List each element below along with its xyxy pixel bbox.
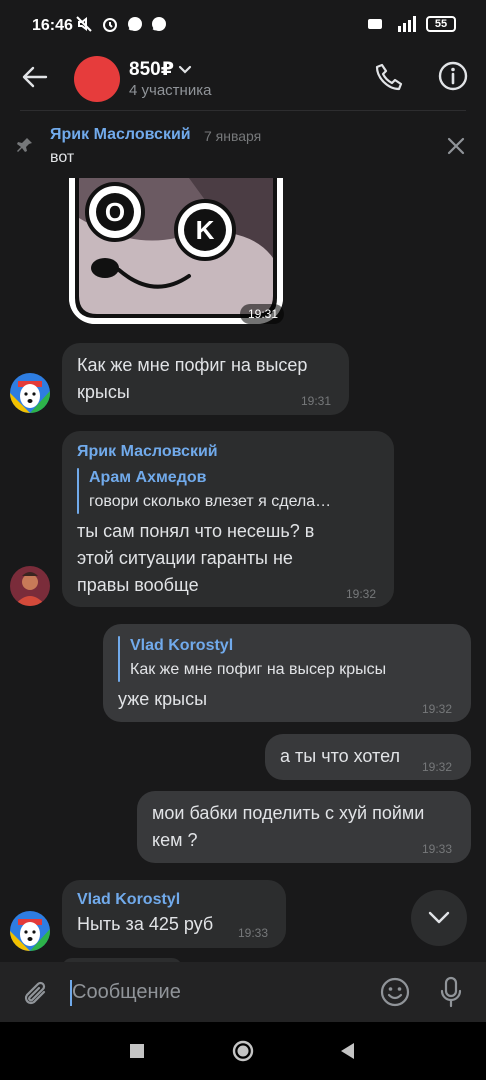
status-time: 16:46 xyxy=(32,17,73,34)
back-icon[interactable] xyxy=(339,1042,355,1060)
chat-title-text: 850₽ xyxy=(129,59,174,80)
info-icon[interactable] xyxy=(437,60,469,92)
avatar[interactable] xyxy=(10,911,50,951)
system-navigation-bar xyxy=(0,1022,486,1080)
message-bubble-incoming[interactable]: Как же мне пофиг на высер крысы 19:31 xyxy=(62,343,349,415)
message-text-line: а ты что хотел xyxy=(280,746,400,766)
phone-call-icon[interactable] xyxy=(374,62,404,92)
message-input[interactable]: Сообщение xyxy=(72,981,181,1004)
pinned-author: Ярик Масловский xyxy=(50,126,191,143)
message-time: 19:32 xyxy=(422,702,453,716)
pin-icon xyxy=(17,138,32,152)
pinned-text: вот xyxy=(50,149,75,166)
message-text-line: ты сам понял что несешь? в xyxy=(77,521,315,541)
message-text-line: уже крысы xyxy=(118,689,208,709)
chevron-down-icon xyxy=(178,65,192,74)
message-time: 19:33 xyxy=(238,926,269,940)
message-sender: Vlad Korostyl xyxy=(77,891,181,908)
raccoon-sticker-image: O K xyxy=(69,178,283,324)
reply-bar xyxy=(118,636,120,682)
message-composer: Сообщение xyxy=(0,962,486,1022)
reply-author: Арам Ахмедов xyxy=(89,469,207,486)
reply-bar xyxy=(77,468,79,514)
message-text-line: мои бабки поделить с хуй пойми xyxy=(152,803,425,823)
mute-icon xyxy=(76,16,92,32)
message-sender: Ярик Масловский xyxy=(77,443,218,460)
sticker-letter-o: O xyxy=(105,197,125,227)
user-photo-avatar xyxy=(10,566,50,606)
pinned-message[interactable]: Ярик Масловский 7 января вот xyxy=(0,112,486,178)
reply-text: говори сколько влезет я сдела… xyxy=(89,493,332,510)
microphone-icon[interactable] xyxy=(438,976,464,1008)
sticker-message[interactable]: O K xyxy=(69,178,283,324)
dog-avatar-icon xyxy=(10,911,50,951)
recents-icon[interactable] xyxy=(129,1043,145,1059)
chat-header: 850₽ 4 участника xyxy=(0,52,486,110)
message-bubble-incoming[interactable]: Ярик Масловский Арам Ахмедов говори скол… xyxy=(62,431,394,607)
chevron-down-icon xyxy=(428,911,450,924)
message-time: 19:32 xyxy=(422,760,453,774)
reply-author: Vlad Korostyl xyxy=(130,637,234,654)
close-icon[interactable] xyxy=(446,136,466,156)
sticker-letter-k: K xyxy=(196,215,215,245)
chat-avatar[interactable] xyxy=(74,56,120,102)
message-bubble-outgoing[interactable]: мои бабки поделить с хуй пойми кем ? 19:… xyxy=(137,791,471,863)
message-time: 19:32 xyxy=(346,587,377,601)
message-text-line: кем ? xyxy=(152,830,198,850)
message-text-line: этой ситуации гаранты не xyxy=(77,548,293,568)
message-text-line: крысы xyxy=(77,382,130,402)
network-icon xyxy=(368,19,382,29)
emoji-icon[interactable] xyxy=(379,976,411,1008)
message-bubble-outgoing[interactable]: Vlad Korostyl Как же мне пофиг на высер … xyxy=(103,624,471,722)
back-arrow-icon[interactable] xyxy=(22,66,48,88)
chat-notification-icon xyxy=(128,17,142,31)
avatar[interactable] xyxy=(10,373,50,413)
chat-title[interactable]: 850₽ xyxy=(129,58,192,81)
avatar[interactable] xyxy=(10,566,50,606)
attach-icon[interactable] xyxy=(22,978,50,1010)
dog-avatar-icon xyxy=(10,373,50,413)
battery-icon: 55 xyxy=(426,16,456,32)
header-divider xyxy=(20,110,466,111)
message-bubble-incoming[interactable]: Vlad Korostyl Ныть за 425 руб 19:33 xyxy=(62,880,286,948)
home-icon[interactable] xyxy=(231,1039,255,1063)
reply-text: Как же мне пофиг на высер крысы xyxy=(130,661,387,678)
signal-icon xyxy=(398,16,416,32)
chat-notification-icon-2 xyxy=(152,17,166,31)
message-bubble-outgoing[interactable]: а ты что хотел 19:32 xyxy=(265,734,471,780)
alarm-icon xyxy=(103,18,117,32)
message-text-line: правы вообще xyxy=(77,575,199,595)
message-text-line: Ныть за 425 руб xyxy=(77,914,214,934)
message-time: 19:31 xyxy=(301,394,332,408)
status-bar: 16:46 55 xyxy=(0,0,486,52)
message-text-line: Как же мне пофиг на высер xyxy=(77,355,308,375)
sticker-time: 19:31 xyxy=(248,307,279,321)
message-time: 19:33 xyxy=(422,842,453,856)
pinned-date: 7 января xyxy=(204,128,262,144)
sticker-time-badge: 19:31 xyxy=(240,304,284,324)
chat-members-count: 4 участника xyxy=(129,82,212,99)
scroll-to-bottom-button[interactable] xyxy=(411,890,467,946)
